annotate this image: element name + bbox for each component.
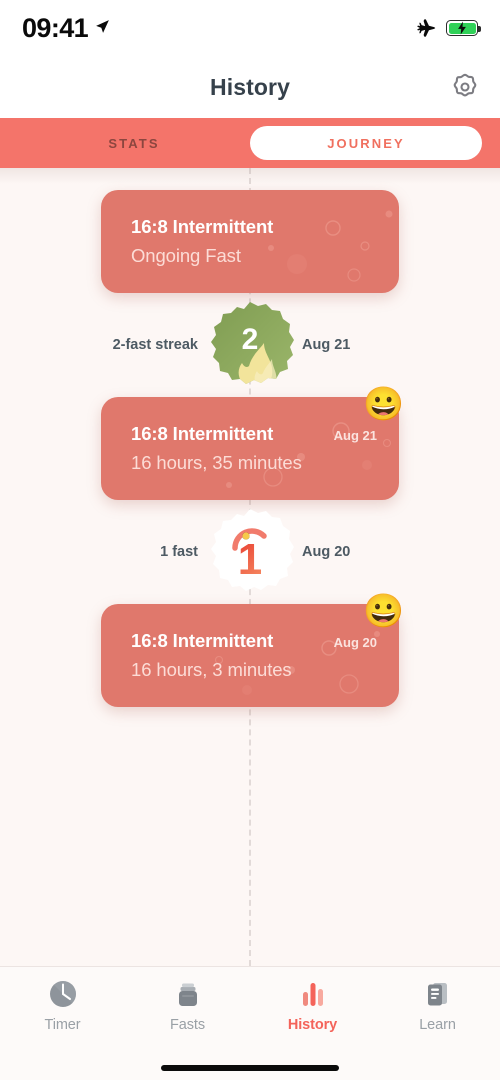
page-title: History xyxy=(210,73,290,100)
milestone-label: 2-fast streak xyxy=(112,337,198,353)
nav-label-fasts: Fasts xyxy=(170,1017,205,1033)
streak-badge-green[interactable]: 2 xyxy=(202,297,298,393)
card-bubble-decoration xyxy=(226,422,392,488)
fast-card-subtitle: Ongoing Fast xyxy=(131,245,241,266)
nav-label-learn: Learn xyxy=(419,1017,456,1033)
status-bar-left: 09:41 xyxy=(22,13,111,44)
lightning-bolt-icon xyxy=(458,21,466,35)
document-icon xyxy=(423,979,453,1009)
milestone-row: 1 fast 1 Aug 20 xyxy=(0,500,500,604)
fast-card-head: 16:8 Intermittent xyxy=(131,216,377,238)
first-fast-badge-icon: 1 xyxy=(211,509,294,591)
nav-item-timer[interactable]: Timer xyxy=(0,979,125,1033)
nav-item-learn[interactable]: Learn xyxy=(375,979,500,1033)
streak-count: 2 xyxy=(242,323,259,356)
airplane-mode-icon xyxy=(417,19,436,37)
list-item: 16:8 Intermittent Aug 20 16 hours, 3 min… xyxy=(101,592,404,707)
tab-journey[interactable]: JOURNEY xyxy=(250,126,482,160)
fast-card-subtitle: 16 hours, 35 minutes xyxy=(131,452,302,473)
location-arrow-icon xyxy=(96,20,109,33)
clock-icon xyxy=(48,979,78,1009)
journey-scroll-area[interactable]: 16:8 Intermittent Ongoing Fast 2-fast st… xyxy=(0,168,500,966)
card-bubble-decoration xyxy=(268,210,393,282)
fast-card[interactable]: 16:8 Intermittent Ongoing Fast xyxy=(101,190,399,293)
fast-card[interactable]: 16:8 Intermittent Aug 20 16 hours, 3 min… xyxy=(101,604,399,707)
nav-label-timer: Timer xyxy=(44,1017,81,1033)
fast-card-title: 16:8 Intermittent xyxy=(131,216,274,237)
card-bubble-decoration xyxy=(214,631,380,695)
nav-item-fasts[interactable]: Fasts xyxy=(125,979,250,1033)
fast-card-title: 16:8 Intermittent xyxy=(131,630,274,651)
status-bar: 09:41 xyxy=(0,0,500,56)
nav-label-history: History xyxy=(287,1017,338,1033)
fast-card-head: 16:8 Intermittent Aug 21 xyxy=(131,423,377,445)
gear-icon xyxy=(453,73,477,97)
fast-card-date: Aug 21 xyxy=(333,428,377,443)
status-bar-right xyxy=(415,17,481,39)
journey-list: 16:8 Intermittent Ongoing Fast 2-fast st… xyxy=(0,168,500,707)
fast-card-head: 16:8 Intermittent Aug 20 xyxy=(131,630,377,652)
battery-charging-icon xyxy=(446,20,481,36)
milestone-date: Aug 21 xyxy=(302,337,351,353)
bar-chart-icon xyxy=(298,979,328,1009)
page-header: History xyxy=(0,56,500,118)
milestone-label: 1 fast xyxy=(160,544,198,560)
settings-button[interactable] xyxy=(448,70,482,104)
mood-emoji[interactable]: 😀 xyxy=(363,385,404,423)
bottom-navigation: Timer Fasts History Learn xyxy=(0,966,500,1080)
milestone-date: Aug 20 xyxy=(302,544,351,560)
fast-card-title: 16:8 Intermittent xyxy=(131,423,274,444)
status-bar-clock: 09:41 xyxy=(22,12,89,43)
list-item: 16:8 Intermittent Ongoing Fast xyxy=(101,190,399,293)
app-root: 09:41 History STATS JOURNEY 16:8 Intermi… xyxy=(0,0,500,1080)
list-item: 16:8 Intermittent Aug 21 16 hours, 35 mi… xyxy=(101,385,404,500)
nav-item-history[interactable]: History xyxy=(250,979,375,1033)
first-fast-badge-white[interactable]: 1 xyxy=(202,504,298,600)
segmented-control: STATS JOURNEY xyxy=(0,118,500,168)
fast-card-subtitle: 16 hours, 3 minutes xyxy=(131,659,292,680)
mood-emoji[interactable]: 😀 xyxy=(363,592,404,630)
milestone-row: 2-fast streak 2 Aug 21 xyxy=(0,293,500,397)
tab-stats[interactable]: STATS xyxy=(18,126,250,160)
streak-badge-icon: 2 xyxy=(211,302,294,384)
fast-card[interactable]: 16:8 Intermittent Aug 21 16 hours, 35 mi… xyxy=(101,397,399,500)
fast-card-date: Aug 20 xyxy=(333,635,377,650)
fast-count: 1 xyxy=(238,535,262,584)
jar-icon xyxy=(173,979,203,1009)
home-indicator[interactable] xyxy=(161,1065,339,1071)
